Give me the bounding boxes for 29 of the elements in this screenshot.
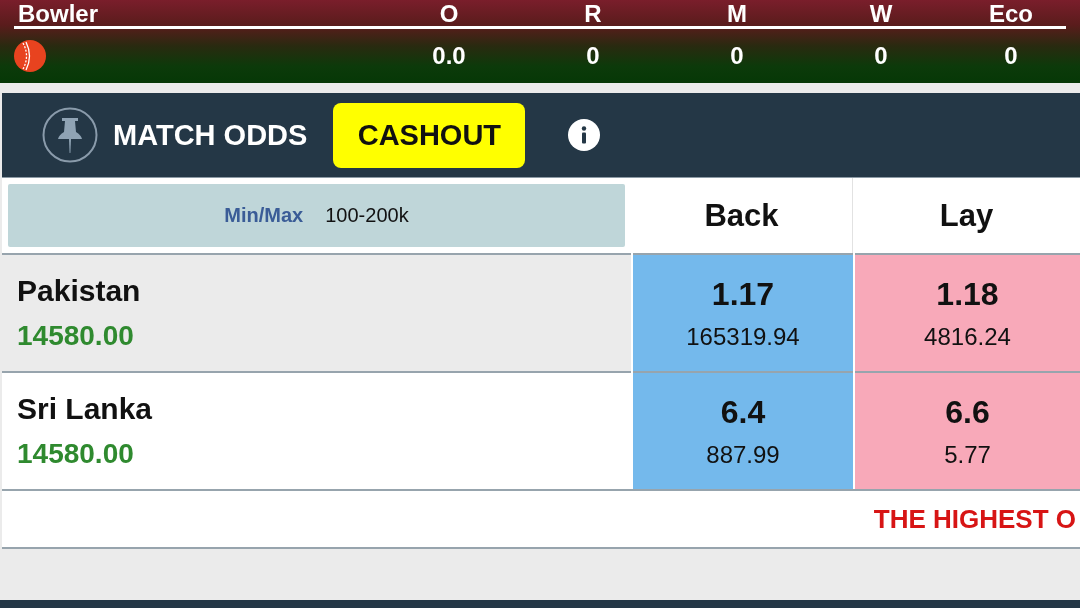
- column-header: M: [727, 2, 747, 26]
- stat-value: 0.0: [432, 42, 466, 70]
- lay-odds-button[interactable]: 6.6 5.77: [855, 371, 1080, 489]
- back-odds-button[interactable]: 6.4 887.99: [633, 371, 853, 489]
- info-icon[interactable]: [568, 119, 601, 151]
- runner-name: Pakistan: [17, 274, 142, 308]
- limits-value: 100-200k: [325, 204, 409, 227]
- column-header: Lay: [939, 197, 994, 234]
- column-header: W: [869, 2, 893, 26]
- runner-position: 14580.00: [17, 320, 135, 352]
- column-header: O: [439, 2, 459, 26]
- runner-name: Sri Lanka: [17, 392, 154, 426]
- column-header: Back: [704, 197, 779, 234]
- market-title: MATCH ODDS: [113, 118, 308, 152]
- lay-odds-button[interactable]: 1.18 4816.24: [855, 253, 1080, 371]
- news-ticker-text: THE HIGHEST O: [873, 503, 1076, 535]
- stat-value: 0: [730, 42, 744, 70]
- runner-position: 14580.00: [17, 438, 135, 470]
- stat-value: 0: [586, 42, 600, 70]
- column-header: Eco: [989, 2, 1033, 26]
- pushpin-icon[interactable]: [42, 107, 98, 163]
- column-header: Bowler: [17, 2, 98, 26]
- limits-label: Min/Max: [224, 204, 304, 227]
- cricket-ball-icon: [14, 40, 46, 72]
- stat-value: 0: [874, 42, 888, 70]
- column-header: R: [584, 2, 602, 26]
- cashout-button[interactable]: CASHOUT: [333, 102, 526, 168]
- stat-value: 0: [1004, 42, 1018, 70]
- back-odds-button[interactable]: 1.17 165319.94: [633, 253, 853, 371]
